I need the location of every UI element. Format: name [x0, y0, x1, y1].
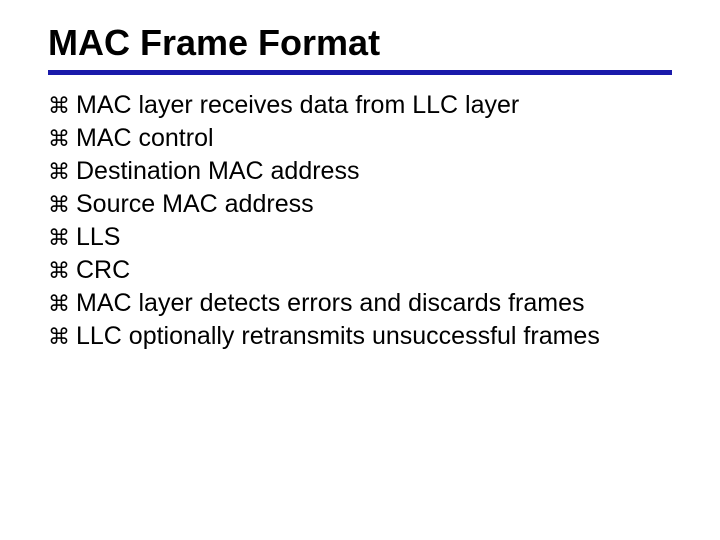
list-item: ⌘ MAC layer detects errors and discards … [48, 287, 672, 320]
list-item: ⌘ LLC optionally retransmits unsuccessfu… [48, 320, 672, 353]
bullet-icon: ⌘ [48, 256, 70, 285]
list-item: ⌘ Destination MAC address [48, 155, 672, 188]
bullet-icon: ⌘ [48, 124, 70, 153]
list-item: ⌘ MAC layer receives data from LLC layer [48, 89, 672, 122]
bullet-icon: ⌘ [48, 289, 70, 318]
title-underline [48, 70, 672, 75]
bullet-text: MAC control [76, 122, 672, 155]
bullet-text: MAC layer receives data from LLC layer [76, 89, 672, 122]
bullet-text: CRC [76, 254, 672, 287]
bullet-icon: ⌘ [48, 157, 70, 186]
bullet-text: LLS [76, 221, 672, 254]
list-item: ⌘ Source MAC address [48, 188, 672, 221]
bullet-icon: ⌘ [48, 91, 70, 120]
list-item: ⌘ CRC [48, 254, 672, 287]
slide: MAC Frame Format ⌘ MAC layer receives da… [0, 0, 720, 540]
bullet-text: MAC layer detects errors and discards fr… [76, 287, 672, 320]
bullet-text: Destination MAC address [76, 155, 672, 188]
list-item: ⌘ LLS [48, 221, 672, 254]
slide-title: MAC Frame Format [48, 22, 672, 64]
bullet-icon: ⌘ [48, 322, 70, 351]
bullet-list: ⌘ MAC layer receives data from LLC layer… [48, 89, 672, 353]
list-item: ⌘ MAC control [48, 122, 672, 155]
bullet-text: LLC optionally retransmits unsuccessful … [76, 320, 672, 353]
bullet-text: Source MAC address [76, 188, 672, 221]
bullet-icon: ⌘ [48, 190, 70, 219]
bullet-icon: ⌘ [48, 223, 70, 252]
